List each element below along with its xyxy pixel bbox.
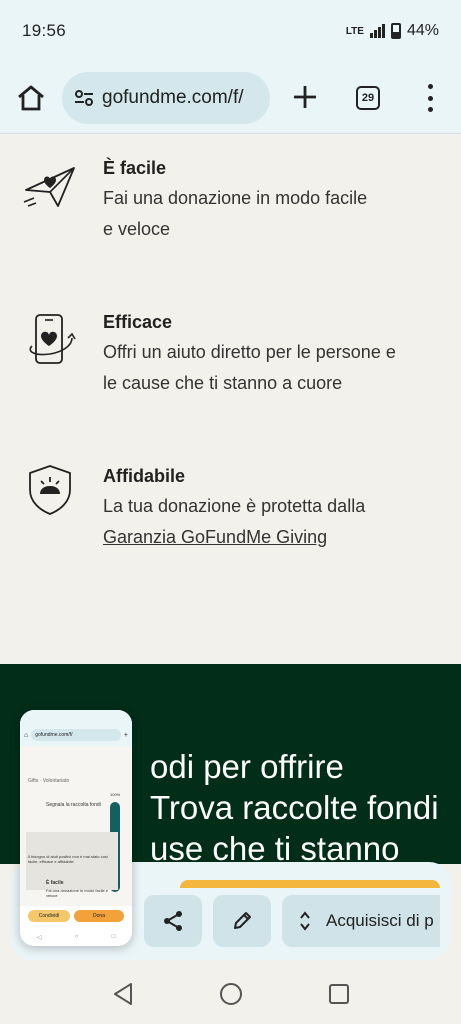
thumb-card-text: Il bisogno di aiuti positivi non è mai s… <box>28 854 109 864</box>
home-icon <box>18 85 44 111</box>
address-bar[interactable]: gofundme.com/f/ <box>62 72 270 124</box>
tab-switcher-button[interactable]: 29 <box>356 86 380 110</box>
share-button[interactable] <box>144 895 202 947</box>
dot <box>427 95 433 101</box>
thumb-status-bar <box>20 710 132 724</box>
edit-button[interactable] <box>213 895 271 947</box>
feature-effective: Efficace Offri un aiuto diretto per le p… <box>0 304 461 404</box>
feature-desc-line: e veloce <box>103 219 171 239</box>
thumb-toolbar: ⌂ gofundme.com/f/ + <box>20 724 132 746</box>
phone-heart-icon <box>22 312 78 368</box>
home-nav-button[interactable] <box>217 980 245 1008</box>
new-tab-button[interactable] <box>290 82 320 112</box>
feature-title: È facile <box>103 158 167 178</box>
battery-icon <box>390 23 401 39</box>
home-button[interactable] <box>16 84 46 112</box>
lte-icon: LTE <box>345 25 364 37</box>
feature-title: Affidabile <box>103 466 186 486</box>
share-icon <box>164 911 182 931</box>
feature-description: Offri un aiuto diretto per le persone e … <box>103 337 448 399</box>
feature-reliable: Affidabile La tua donazione è protetta d… <box>0 458 461 558</box>
back-button[interactable] <box>109 980 137 1008</box>
thumb-nav-bar: ◁ ○ □ <box>20 930 132 944</box>
back-icon <box>113 983 132 1005</box>
heading-line: odi per offrire <box>150 748 344 785</box>
thumb-percent: 100% <box>110 792 121 797</box>
capture-label: Acquisisci di p <box>326 911 434 930</box>
home-circle-icon <box>219 983 242 1005</box>
screenshot-thumbnail[interactable]: ⌂ gofundme.com/f/ + Gifts · Volontariato… <box>20 710 132 946</box>
dot <box>427 84 433 89</box>
thumb-recents-icon: □ <box>111 934 116 940</box>
status-bar: 19:56 LTE 44% <box>0 0 461 62</box>
status-time: 19:56 <box>22 21 67 40</box>
feature-title: Efficace <box>103 312 173 332</box>
feature-easy: È facile Fai una donazione in modo facil… <box>0 150 461 250</box>
recents-button[interactable] <box>325 980 353 1008</box>
thumb-share-button: Condividi <box>28 910 70 922</box>
recents-icon <box>328 984 349 1004</box>
browser-toolbar: gofundme.com/f/ 29 <box>0 62 461 134</box>
url-text: gofundme.com/f/ <box>102 87 244 108</box>
thumb-feature-title: È facile <box>46 880 64 886</box>
heading-line: Trova raccolte fondi <box>150 789 439 826</box>
feature-description: Fai una donazione in modo facile e veloc… <box>103 183 448 245</box>
more-menu-button[interactable] <box>426 84 434 112</box>
thumb-home-nav-icon: ○ <box>74 934 79 940</box>
signal-icon <box>369 24 385 38</box>
dot <box>427 107 433 112</box>
heading-line: use che ti stanno <box>150 830 400 864</box>
system-nav-bar <box>0 964 461 1024</box>
expand-vertical-icon <box>300 911 310 931</box>
feature-desc-line: La tua donazione è protetta dalla <box>103 496 366 516</box>
status-icons: LTE 44% <box>346 22 439 40</box>
feature-desc-line: Fai una donazione in modo facile <box>103 188 368 208</box>
thumb-donate-button: Dona <box>74 910 124 922</box>
thumb-url: gofundme.com/f/ <box>31 729 121 741</box>
paper-plane-heart-icon <box>22 162 78 218</box>
pencil-icon <box>234 912 251 929</box>
guarantee-link[interactable]: Garanzia GoFundMe Giving <box>103 522 448 553</box>
feature-desc-line: Offri un aiuto diretto per le persone e <box>103 342 396 362</box>
battery-percent: 44% <box>406 22 439 39</box>
plus-icon <box>294 86 316 108</box>
thumb-feature-desc: Fai una donazione in modo facile e veloc… <box>46 888 109 898</box>
shield-icon <box>22 462 78 518</box>
thumb-report: Segnala la raccolta fondi <box>46 802 101 808</box>
thumb-back-icon: ◁ <box>36 934 42 941</box>
thumb-home-icon: ⌂ <box>24 731 29 739</box>
thumb-plus-icon: + <box>123 731 128 739</box>
feature-description: La tua donazione è protetta dalla Garanz… <box>103 491 448 553</box>
donate-button-partial <box>180 880 440 888</box>
green-heading: odi per offrire Trova raccolte fondi use… <box>150 746 450 864</box>
thumb-breadcrumb: Gifts · Volontariato <box>28 778 70 784</box>
site-settings-icon <box>75 90 93 106</box>
thumb-body: Gifts · Volontariato Segnala la raccolta… <box>20 746 132 906</box>
scroll-capture-button[interactable]: Acquisisci di p <box>282 895 440 947</box>
feature-desc-line: le cause che ti stanno a cuore <box>103 373 343 393</box>
